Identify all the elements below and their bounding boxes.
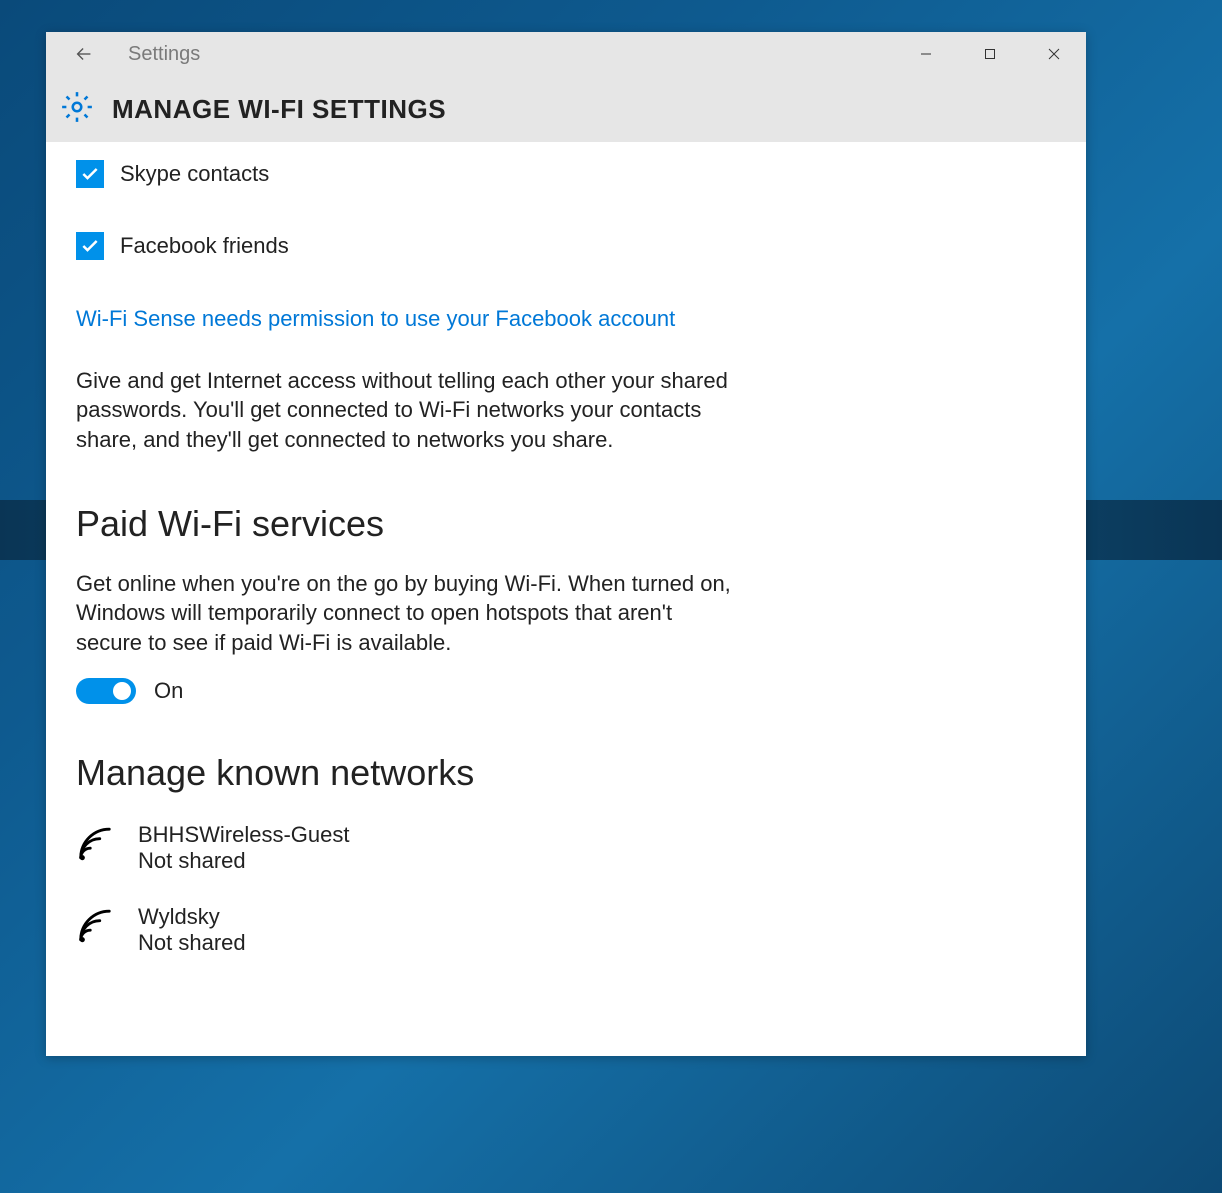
maximize-icon [984, 48, 996, 60]
window-controls [894, 32, 1086, 76]
minimize-button[interactable] [894, 32, 958, 76]
settings-window: Settings MANAGE WI-FI SETTING [46, 32, 1086, 1056]
checkbox-label: Facebook friends [120, 233, 289, 259]
maximize-button[interactable] [958, 32, 1022, 76]
paid-wifi-toggle[interactable] [76, 678, 136, 704]
checkbox-skype-contacts[interactable]: Skype contacts [76, 160, 736, 188]
network-status: Not shared [138, 930, 246, 956]
app-title: Settings [128, 43, 200, 66]
facebook-permission-link[interactable]: Wi-Fi Sense needs permission to use your… [76, 304, 736, 334]
paid-wifi-toggle-row: On [76, 678, 736, 704]
page-heading: MANAGE WI-FI SETTINGS [112, 94, 446, 125]
minimize-icon [920, 48, 932, 60]
wifi-icon [76, 826, 114, 869]
back-arrow-icon [73, 43, 95, 65]
back-button[interactable] [64, 34, 104, 74]
checkbox-icon [76, 160, 104, 188]
titlebar-top: Settings [46, 32, 1086, 76]
known-networks-heading: Manage known networks [76, 752, 736, 794]
content-area: Skype contacts Facebook friends Wi-Fi Se… [46, 142, 766, 1056]
titlebar-header: MANAGE WI-FI SETTINGS [46, 76, 1086, 142]
network-item[interactable]: BHHSWireless-Guest Not shared [76, 818, 736, 878]
network-text: BHHSWireless-Guest Not shared [138, 822, 349, 874]
network-name: Wyldsky [138, 904, 246, 930]
close-button[interactable] [1022, 32, 1086, 76]
wifi-sense-description: Give and get Internet access without tel… [76, 366, 736, 455]
network-item[interactable]: Wyldsky Not shared [76, 900, 736, 960]
gear-icon [60, 90, 94, 129]
close-icon [1048, 48, 1060, 60]
paid-wifi-heading: Paid Wi-Fi services [76, 503, 736, 545]
paid-wifi-description: Get online when you're on the go by buyi… [76, 569, 736, 658]
network-text: Wyldsky Not shared [138, 904, 246, 956]
checkbox-label: Skype contacts [120, 161, 269, 187]
toggle-knob [113, 682, 131, 700]
checkbox-facebook-friends[interactable]: Facebook friends [76, 232, 736, 260]
titlebar: Settings MANAGE WI-FI SETTING [46, 32, 1086, 142]
network-name: BHHSWireless-Guest [138, 822, 349, 848]
toggle-state-label: On [154, 678, 183, 704]
checkbox-icon [76, 232, 104, 260]
wifi-icon [76, 908, 114, 951]
network-status: Not shared [138, 848, 349, 874]
